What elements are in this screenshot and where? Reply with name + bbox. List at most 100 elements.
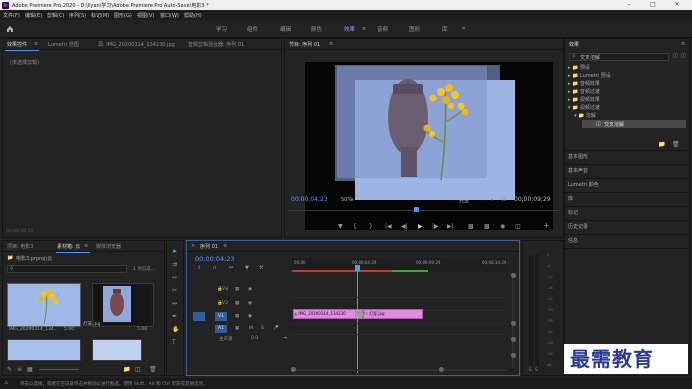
- button-editor-icon[interactable]: +: [543, 222, 550, 230]
- tab-media-browser[interactable]: 媒体浏览器: [96, 243, 121, 250]
- vertical-scrollbar[interactable]: [509, 273, 517, 371]
- tab-program[interactable]: 节目: 序列 01: [289, 41, 320, 48]
- section-essential-sound[interactable]: 基本声音: [568, 167, 588, 174]
- target-a1[interactable]: A1: [215, 325, 227, 333]
- sequence-menu-icon[interactable]: ≡: [223, 243, 227, 249]
- workspace-audio[interactable]: 音频: [377, 25, 388, 33]
- workspace-graphics[interactable]: 图形: [409, 25, 420, 33]
- clip-lantern[interactable]: fx 灯笼.jpg: [363, 309, 423, 319]
- play-icon[interactable]: ▶: [418, 224, 423, 230]
- menu-markers[interactable]: 标记(M): [91, 12, 109, 19]
- more-workspaces-icon[interactable]: »: [462, 25, 466, 32]
- effects-search-input[interactable]: ⚲ 交叉溶解: [569, 53, 669, 61]
- tab-bin[interactable]: 素材箱: 云: [57, 243, 80, 250]
- tab-audio-clip-mixer[interactable]: 音频剪辑混合器: 序列 01: [188, 41, 244, 48]
- selection-tool-icon[interactable]: ➤: [172, 249, 177, 255]
- extract-icon[interactable]: ▩: [484, 224, 490, 230]
- timeline-timecode[interactable]: 00;00;04;23: [195, 255, 235, 263]
- mark-in-icon[interactable]: {: [353, 224, 357, 230]
- list-view-icon[interactable]: ≡: [17, 367, 22, 373]
- accelerated-effects-icon[interactable]: ◫: [673, 53, 678, 59]
- menu-edit[interactable]: 编辑(E): [25, 12, 42, 19]
- 32bit-effects-icon[interactable]: ◫: [681, 53, 686, 59]
- source-patch-v1[interactable]: [193, 312, 205, 321]
- add-marker-icon[interactable]: ▼: [338, 224, 343, 230]
- timeline-close-icon[interactable]: ×: [191, 243, 195, 249]
- menu-file[interactable]: 文件(F): [3, 12, 20, 19]
- scroll-handle-bottom[interactable]: [511, 353, 516, 358]
- effects-menu-icon[interactable]: ≡: [681, 41, 685, 47]
- section-markers[interactable]: 标记: [568, 209, 578, 216]
- snap-icon[interactable]: ∩: [213, 265, 217, 271]
- mute-button[interactable]: M: [249, 326, 253, 331]
- timeline-settings-icon[interactable]: ⚒: [259, 265, 263, 271]
- program-menu-icon[interactable]: ≡: [329, 41, 333, 47]
- solo-left-button[interactable]: S: [529, 367, 532, 372]
- go-to-in-icon[interactable]: |◀: [385, 224, 392, 230]
- section-libraries[interactable]: 库: [568, 195, 573, 202]
- solo-right-button[interactable]: S: [535, 367, 538, 372]
- section-info[interactable]: 信息: [568, 237, 578, 244]
- export-frame-icon[interactable]: ◉: [500, 224, 505, 230]
- tab-sequence[interactable]: 序列 01: [200, 243, 218, 250]
- workspace-effects[interactable]: 效果: [344, 25, 355, 33]
- ripple-edit-tool-icon[interactable]: ⇿: [172, 275, 177, 281]
- quality-select[interactable]: 完整: [459, 197, 469, 204]
- quality-dropdown-icon[interactable]: ▾: [491, 197, 494, 203]
- playhead-marker[interactable]: [414, 207, 419, 212]
- maximize-button[interactable]: □: [644, 1, 662, 9]
- eye-icon[interactable]: ◉: [248, 301, 252, 306]
- razor-tool-icon[interactable]: ✂: [172, 288, 177, 294]
- target-v1[interactable]: V1: [215, 312, 227, 321]
- scroll-handle-top[interactable]: [511, 273, 516, 278]
- write-protect-icon[interactable]: ✎: [7, 367, 12, 373]
- thumbnail-lantern[interactable]: [92, 283, 154, 327]
- tree-item-lumetri-presets[interactable]: ▸ 📁 Lumetri 预设: [568, 72, 611, 79]
- new-item-icon[interactable]: ◫: [135, 367, 141, 373]
- hand-tool-icon[interactable]: ✋: [172, 327, 179, 333]
- home-icon[interactable]: [6, 25, 14, 33]
- workspace-assembly[interactable]: 组件: [247, 25, 258, 33]
- sync-lock-icon[interactable]: ▦: [235, 314, 239, 319]
- icon-view-icon[interactable]: ▦: [27, 367, 33, 373]
- menu-window[interactable]: 窗口(W): [160, 12, 179, 19]
- tab-effect-controls[interactable]: 效果控件: [7, 41, 27, 48]
- workspace-color[interactable]: 颜色: [311, 25, 322, 33]
- zoom-dropdown-icon[interactable]: ▾: [351, 197, 354, 203]
- workspace-libraries[interactable]: 库: [442, 25, 448, 33]
- minimize-button[interactable]: –: [620, 1, 638, 9]
- lift-icon[interactable]: ▩: [468, 224, 474, 230]
- voiceover-icon[interactable]: 🎤: [273, 326, 279, 331]
- tree-item-cross-dissolve[interactable]: ◫ 交叉溶解: [582, 120, 686, 128]
- sync-lock-icon[interactable]: ▦: [235, 287, 239, 292]
- program-scrubber[interactable]: [289, 207, 561, 213]
- pen-tool-icon[interactable]: ✒: [172, 314, 177, 320]
- track-select-tool-icon[interactable]: ⇉: [172, 262, 177, 268]
- step-forward-icon[interactable]: |▶: [432, 224, 439, 230]
- tab-project[interactable]: 项目: 电影3: [7, 243, 33, 250]
- type-tool-icon[interactable]: T: [172, 340, 176, 346]
- tab-lumetri-scopes[interactable]: Lumetri 范围: [48, 41, 79, 48]
- go-to-end-icon[interactable]: ⇥: [283, 336, 287, 341]
- bin-menu-icon[interactable]: ≡: [84, 243, 88, 249]
- panel-menu-icon[interactable]: ≡: [34, 41, 38, 47]
- comparison-view-icon[interactable]: ◫: [515, 224, 521, 230]
- delete-icon[interactable]: 🗑: [149, 367, 157, 373]
- clip-flower[interactable]: ▲ IMG_20200314_134230: [293, 309, 363, 319]
- solo-button[interactable]: S: [261, 326, 264, 331]
- menu-clip[interactable]: 剪辑(C): [47, 12, 64, 19]
- eye-icon[interactable]: ◉: [248, 287, 252, 292]
- linked-selection-icon[interactable]: ⚯: [229, 265, 233, 271]
- delete-custom-item-icon[interactable]: 🗑: [672, 141, 680, 148]
- step-back-icon[interactable]: ◀|: [401, 224, 408, 230]
- settings-wrench-icon[interactable]: ⚒: [501, 196, 506, 203]
- menu-help[interactable]: 帮助(H): [184, 12, 202, 19]
- sync-lock-icon[interactable]: ▦: [235, 326, 239, 331]
- new-custom-bin-icon[interactable]: 📁: [658, 141, 665, 148]
- slip-tool-icon[interactable]: ↔: [172, 301, 177, 307]
- close-button[interactable]: ✕: [668, 1, 686, 9]
- thumbnail-third[interactable]: [7, 339, 81, 361]
- workspace-learning[interactable]: 学习: [216, 25, 227, 33]
- work-area-bar[interactable]: [292, 270, 392, 272]
- thumbnail-fourth[interactable]: [92, 339, 142, 361]
